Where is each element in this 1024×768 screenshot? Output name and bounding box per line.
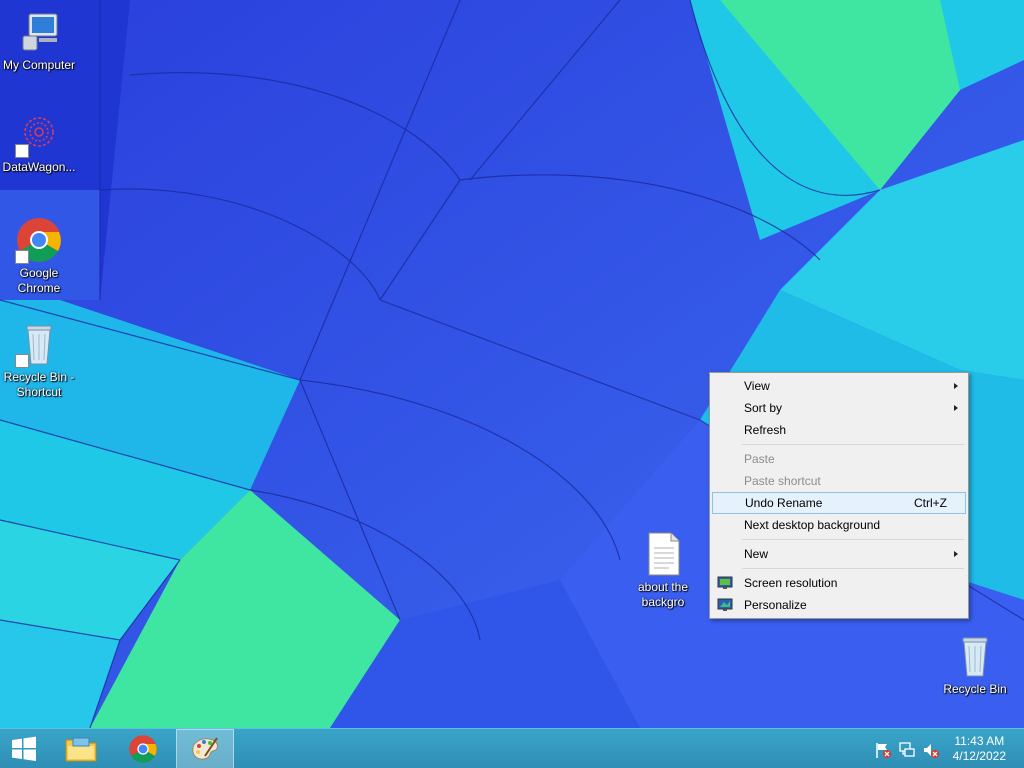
- clock-date: 4/12/2022: [952, 749, 1006, 763]
- menu-item-refresh[interactable]: Refresh: [712, 419, 966, 441]
- action-center-flag-icon[interactable]: [874, 741, 892, 759]
- menu-item-sort-by[interactable]: Sort by: [712, 397, 966, 419]
- taskbar-file-explorer[interactable]: [52, 729, 110, 768]
- chrome-icon: [15, 216, 63, 264]
- menu-item-label: Undo Rename: [745, 496, 823, 510]
- menu-item-next-desktop-background[interactable]: Next desktop background: [712, 514, 966, 536]
- file-explorer-icon: [65, 737, 97, 762]
- menu-item-label: View: [744, 379, 770, 393]
- clock-time: 11:43 AM: [954, 734, 1005, 748]
- menu-item-screen-resolution[interactable]: Screen resolution: [712, 572, 966, 594]
- windows-start-icon: [12, 736, 36, 761]
- menu-item-undo-rename[interactable]: Undo Rename Ctrl+Z: [712, 492, 966, 514]
- datawagon-icon: [15, 110, 63, 158]
- desktop-icon-recycle-bin[interactable]: Recycle Bin: [936, 632, 1014, 697]
- menu-item-view[interactable]: View: [712, 375, 966, 397]
- menu-separator: [742, 568, 964, 569]
- taskbar-paint[interactable]: [176, 729, 234, 768]
- menu-item-label: Sort by: [744, 401, 783, 415]
- menu-item-paste[interactable]: Paste: [712, 448, 966, 470]
- recycle-bin-icon: [951, 632, 999, 680]
- menu-item-label: Personalize: [744, 598, 807, 612]
- menu-item-label: Next desktop background: [744, 518, 881, 532]
- menu-separator: [742, 539, 964, 540]
- menu-separator: [742, 444, 964, 445]
- personalize-icon: [717, 598, 733, 611]
- submenu-arrow-icon: [954, 405, 958, 411]
- chrome-icon: [129, 735, 157, 763]
- desktop-icon-my-computer[interactable]: My Computer: [0, 8, 78, 73]
- volume-muted-icon[interactable]: [922, 741, 940, 759]
- desktop-icon-datawagon[interactable]: DataWagon...: [0, 110, 78, 175]
- computer-icon: [15, 8, 63, 56]
- desktop-icon-label: Recycle Bin: [943, 682, 1007, 696]
- start-button[interactable]: [0, 729, 48, 768]
- desktop-icon-label: about the backgro: [637, 580, 689, 609]
- menu-item-paste-shortcut[interactable]: Paste shortcut: [712, 470, 966, 492]
- text-file-icon: [639, 530, 687, 578]
- desktop-icon-label: Google Chrome: [17, 266, 61, 295]
- desktop-icon-label: Recycle Bin - Shortcut: [3, 370, 75, 399]
- taskbar-clock[interactable]: 11:43 AM 4/12/2022: [953, 734, 1006, 764]
- submenu-arrow-icon: [954, 551, 958, 557]
- taskbar: 11:43 AM 4/12/2022: [0, 728, 1024, 768]
- menu-item-label: Paste: [744, 452, 775, 466]
- menu-item-new[interactable]: New: [712, 543, 966, 565]
- paint-icon: [192, 737, 218, 760]
- menu-item-personalize[interactable]: Personalize: [712, 594, 966, 616]
- shortcut-arrow-icon: [15, 354, 29, 368]
- network-icon[interactable]: [898, 741, 916, 759]
- desktop-icon-label: My Computer: [2, 58, 76, 72]
- menu-item-label: Screen resolution: [744, 576, 838, 590]
- desktop-icon-recycle-bin-shortcut[interactable]: Recycle Bin - Shortcut: [0, 320, 78, 400]
- screen-resolution-icon: [717, 576, 733, 589]
- recycle-bin-icon: [15, 320, 63, 368]
- menu-item-label: Paste shortcut: [744, 474, 821, 488]
- desktop-icon-about-the-background[interactable]: about the backgro: [624, 530, 702, 610]
- shortcut-arrow-icon: [15, 144, 29, 158]
- menu-item-label: New: [744, 547, 769, 561]
- desktop-context-menu: View Sort by Refresh Paste Paste shortcu…: [709, 372, 969, 619]
- menu-item-shortcut: Ctrl+Z: [914, 496, 947, 510]
- desktop-icon-google-chrome[interactable]: Google Chrome: [0, 216, 78, 296]
- shortcut-arrow-icon: [15, 250, 29, 264]
- taskbar-google-chrome[interactable]: [114, 729, 172, 768]
- menu-item-label: Refresh: [744, 423, 787, 437]
- desktop-icon-label: DataWagon...: [2, 160, 76, 174]
- submenu-arrow-icon: [954, 383, 958, 389]
